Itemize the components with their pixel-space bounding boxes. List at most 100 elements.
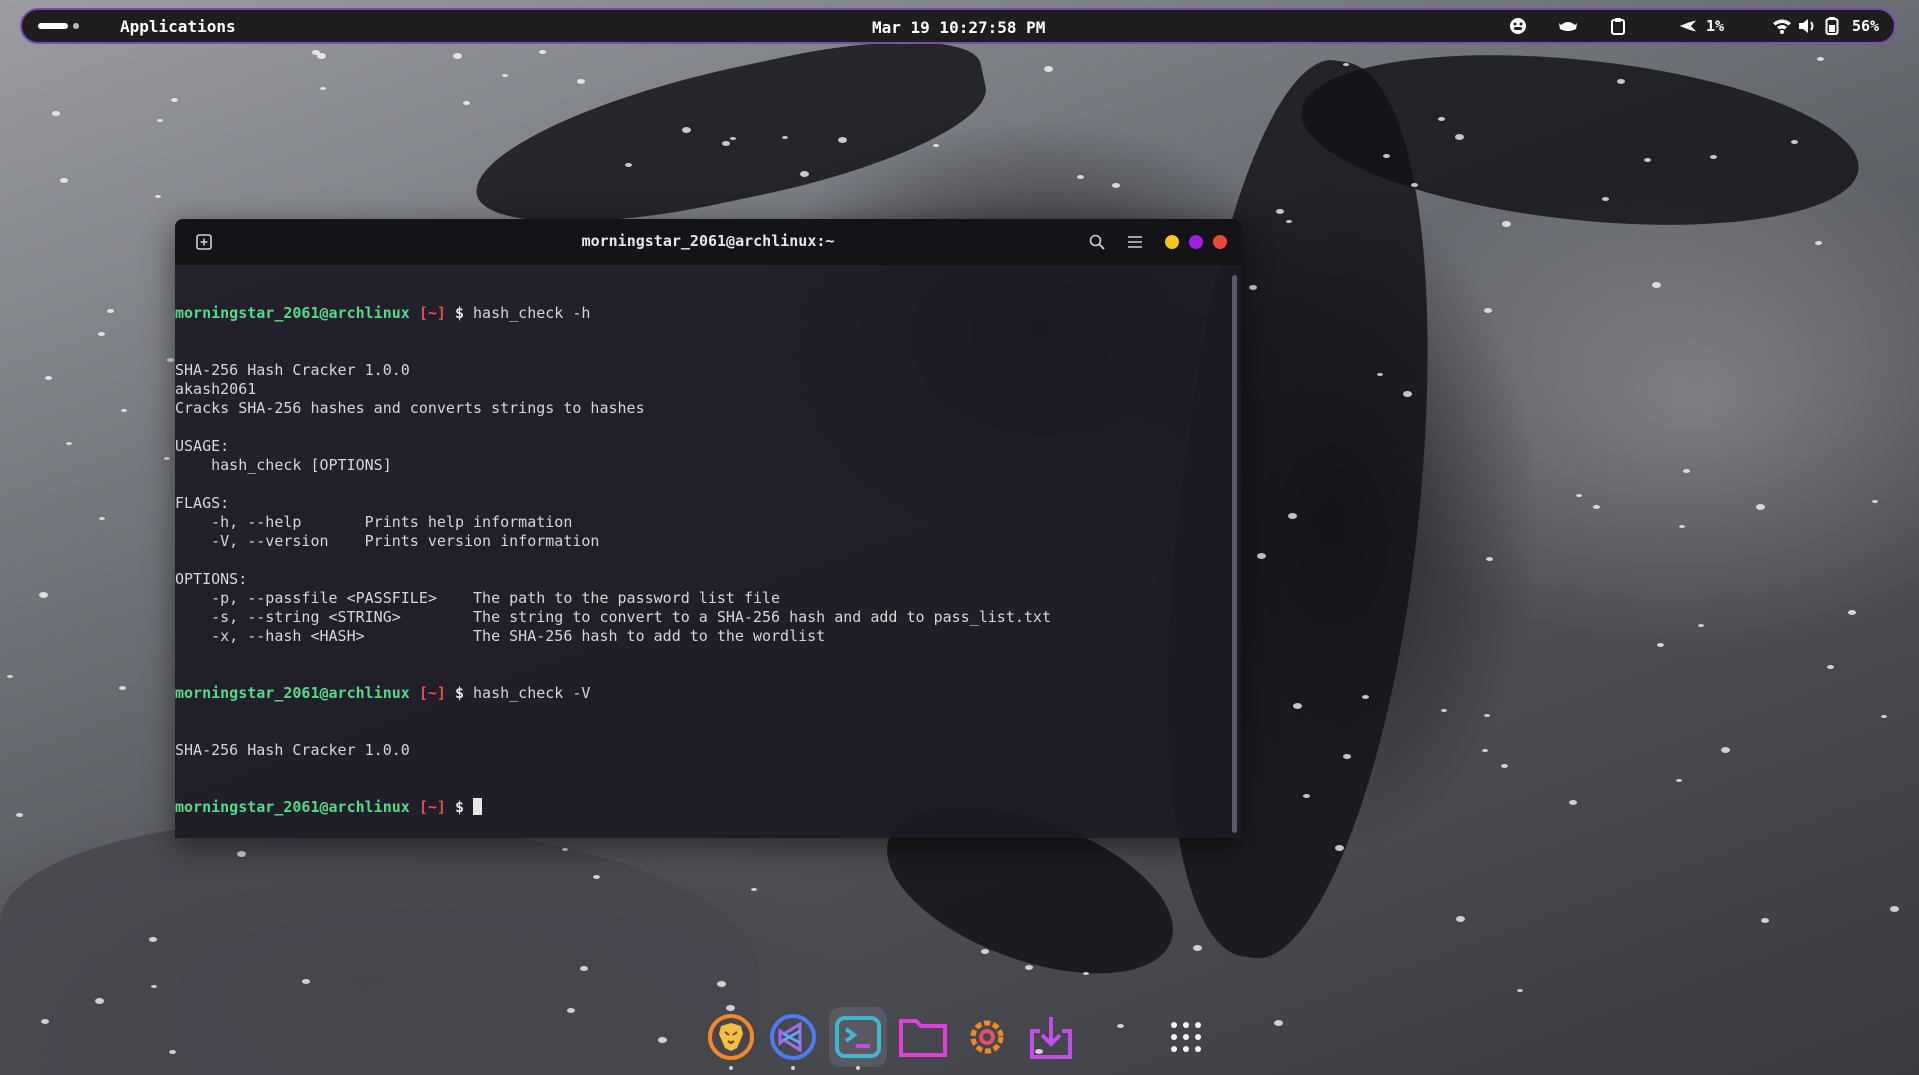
snowflake: [121, 409, 127, 412]
snowflake: [567, 1008, 575, 1013]
snowflake: [1274, 1020, 1283, 1026]
snowflake: [1817, 57, 1824, 61]
output-line: -p, --passfile <PASSFILE> The path to th…: [175, 589, 781, 607]
snowflake: [98, 332, 105, 336]
snowflake: [539, 50, 546, 54]
snowflake: [1721, 747, 1730, 753]
snowflake: [52, 111, 60, 116]
snowflake: [1602, 197, 1609, 201]
terminal-window[interactable]: morningstar_2061@archlinux:~ morningstar…: [175, 219, 1241, 838]
maximize-button[interactable]: [1189, 235, 1203, 249]
snowflake: [1652, 282, 1661, 288]
terminal-scrollbar[interactable]: [1232, 275, 1237, 833]
terminal-output[interactable]: morningstar_2061@archlinux [~] $ hash_ch…: [175, 265, 1225, 838]
workspace-dot[interactable]: [73, 23, 79, 29]
snowflake: [1083, 972, 1089, 975]
emoji-icon[interactable]: [1508, 16, 1528, 36]
output-line: -V, --version Prints version information: [175, 532, 600, 550]
snowflake: [682, 127, 691, 133]
snowflake: [580, 966, 588, 971]
snowflake: [1756, 504, 1765, 510]
prompt-line: morningstar_2061@archlinux [~] $ hash_ch…: [175, 304, 591, 322]
snowflake: [722, 141, 730, 146]
snowflake: [1343, 63, 1349, 66]
snowflake: [151, 985, 157, 988]
wifi-icon[interactable]: [1772, 16, 1792, 36]
output-line: -s, --string <STRING> The string to conv…: [175, 608, 1051, 626]
snowflake: [95, 998, 104, 1004]
snowflake: [1257, 553, 1266, 559]
volume-icon[interactable]: [1797, 16, 1817, 36]
search-icon[interactable]: [1087, 232, 1107, 252]
terminal-icon[interactable]: [833, 1012, 883, 1062]
top-panel: Applications Mar 19 10:27:58 PM 1% 56%: [20, 8, 1896, 44]
snowflake: [562, 848, 568, 851]
snowflake: [155, 195, 161, 198]
settings-icon[interactable]: [962, 1012, 1012, 1062]
activities-indicator[interactable]: [38, 23, 79, 29]
close-button[interactable]: [1213, 235, 1227, 249]
snowflake: [933, 144, 939, 147]
snowflake: [171, 98, 178, 102]
vscode-icon[interactable]: [768, 1012, 818, 1062]
date-time-clock[interactable]: Mar 19 10:27:58 PM: [872, 18, 1045, 37]
caffeine-icon[interactable]: [1678, 16, 1698, 36]
battery-icon[interactable]: [1822, 16, 1842, 36]
snowflake: [1502, 221, 1511, 227]
running-indicator: [791, 1066, 795, 1070]
snowflake: [60, 178, 68, 183]
output-line: FLAGS:: [175, 494, 230, 512]
snowflake: [1193, 945, 1202, 951]
snowflake: [1644, 158, 1651, 162]
prompt-line: morningstar_2061@archlinux [~] $: [175, 798, 1225, 817]
snowflake: [1881, 715, 1887, 718]
wallpaper-rock: [0, 820, 760, 1075]
weather-icon[interactable]: [1558, 16, 1578, 36]
snowflake: [1501, 764, 1508, 768]
minimize-button[interactable]: [1165, 235, 1179, 249]
snowflake: [1486, 557, 1493, 561]
snowflake: [1517, 989, 1523, 992]
snowflake: [1827, 665, 1834, 669]
output-line: OPTIONS:: [175, 570, 248, 588]
snowflake: [1044, 66, 1053, 72]
terminal-titlebar[interactable]: morningstar_2061@archlinux:~: [175, 219, 1241, 265]
app-grid-icon[interactable]: [1161, 1012, 1211, 1062]
clipboard-icon[interactable]: [1608, 16, 1628, 36]
snowflake: [1077, 175, 1084, 179]
output-line: akash2061: [175, 380, 257, 398]
snowflake: [1482, 749, 1488, 752]
snowflake: [16, 813, 23, 817]
snowflake: [453, 53, 462, 59]
workspace-active-pill[interactable]: [38, 23, 68, 29]
output-line: SHA-256 Hash Cracker 1.0.0: [175, 361, 410, 379]
applications-menu[interactable]: Applications: [120, 17, 236, 36]
snowflake: [1286, 220, 1292, 223]
output-line: -h, --help Prints help information: [175, 513, 573, 531]
snowflake: [1112, 183, 1120, 188]
software-update-icon[interactable]: [1026, 1012, 1076, 1062]
cpu-usage-label: 1%: [1706, 17, 1725, 35]
snowflake: [1438, 117, 1445, 121]
snowflake: [1335, 845, 1344, 851]
snowflake: [1343, 754, 1351, 759]
snowflake: [1698, 624, 1704, 627]
snowflake: [1872, 500, 1878, 503]
snowflake: [107, 309, 114, 313]
snowflake: [1710, 155, 1717, 159]
snowflake: [1377, 373, 1383, 376]
snowflake: [45, 376, 52, 380]
snowflake: [1848, 610, 1856, 615]
snowflake: [119, 686, 126, 690]
snowflake: [593, 875, 600, 879]
brave-browser-icon[interactable]: [706, 1012, 756, 1062]
snowflake: [1683, 469, 1690, 473]
snowflake: [1276, 209, 1284, 214]
snowflake: [981, 949, 989, 954]
snowflake: [320, 87, 326, 90]
snowflake: [1441, 709, 1447, 712]
battery-percent-label: 56%: [1852, 17, 1880, 35]
files-icon[interactable]: [898, 1012, 948, 1062]
hamburger-menu-icon[interactable]: [1125, 232, 1145, 252]
